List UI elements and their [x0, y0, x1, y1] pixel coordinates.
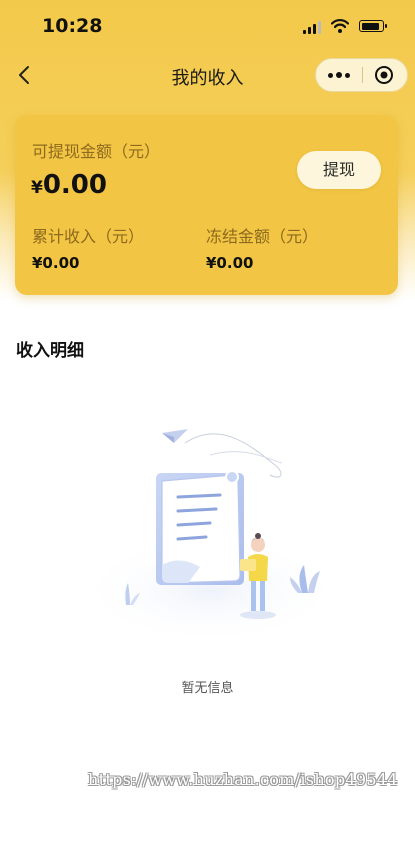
total-income-label: 累计收入（元）	[32, 227, 145, 246]
frozen-amount-label: 冻结金额（元）	[206, 227, 319, 246]
frozen-amount-value: ¥0.00	[206, 254, 254, 272]
withdrawable-amount: ¥0.00	[31, 170, 107, 200]
income-details-title: 收入明细	[16, 341, 84, 361]
battery-icon	[359, 20, 387, 32]
income-card: 可提现金额（元） ¥0.00 提现 累计收入（元） ¥0.00 冻结金额（元） …	[15, 115, 398, 295]
wifi-icon	[331, 19, 349, 33]
more-dots-icon[interactable]	[316, 59, 362, 91]
status-bar: 10:28	[0, 0, 415, 50]
cellular-signal-icon	[303, 21, 323, 34]
empty-state-text: 暂无信息	[181, 681, 234, 696]
mini-program-capsule	[315, 58, 408, 92]
target-circle-icon[interactable]	[363, 59, 407, 91]
withdrawable-label: 可提现金额（元）	[32, 142, 161, 161]
status-time: 10:28	[42, 15, 103, 37]
withdraw-button[interactable]: 提现	[297, 151, 381, 189]
url-watermark: https://www.huzhan.com/ishop49544	[88, 770, 398, 789]
empty-document-illustration	[75, 429, 345, 645]
total-income-value: ¥0.00	[32, 254, 80, 272]
income-screen: 10:28 我的收入 可提现金额（元） ¥0.00 提现 累计收入（元） ¥0.…	[0, 0, 415, 866]
nav-bar: 我的收入	[0, 52, 415, 98]
currency-symbol: ¥	[31, 178, 43, 198]
withdrawable-value: 0.00	[42, 170, 107, 200]
